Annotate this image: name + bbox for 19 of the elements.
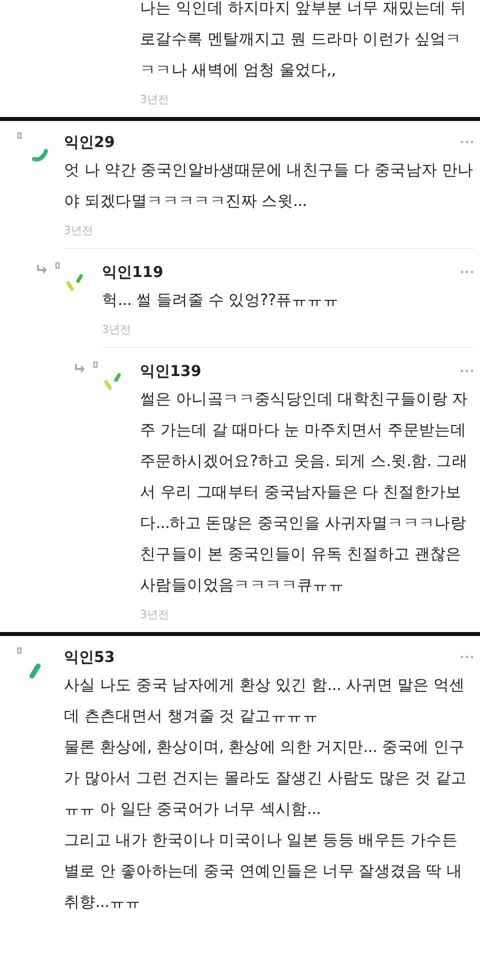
more-options-icon[interactable]: [460, 369, 474, 373]
more-options-icon[interactable]: [460, 140, 474, 144]
more-options-icon[interactable]: [460, 655, 474, 659]
comment-text: 엇 나 약간 중국인알바생때문에 내친구들 다 중국남자 만나야 되겠다멸ㅋㅋㅋㅋㅋ진짜 스윗...: [64, 160, 474, 212]
comment-author: 익인53: [64, 648, 115, 666]
comment-text: 썰은 아니곸ㅋㅋ중식당인데 대학친구들이랑 자주 가는데 갈 때마다 눈 마주치면서 주문받는데 주문하시겠어요?하고 웃음. 되게 스.윗.함. 그래서 우리 그때부터 중국남자들은 다 친절한가보다...하고 돈많은 중국인을 사귀자멸ㅋㅋㅋ나랑 친구들이 본 중국인들이 유독 친절하고 괜찮은 사람들이었음ㅋㅋㅋㅋ큐ㅠㅠ: [140, 389, 469, 596]
comment-time: 3년전: [140, 92, 170, 107]
comment-time: 3년전: [102, 322, 132, 337]
reply-arrow-icon: [74, 364, 86, 374]
comment-text: 헉... 썰 들려줄 수 있엉??퓨ㅠㅠㅠ: [102, 290, 340, 311]
comment-author: 익인29: [64, 132, 115, 152]
comment-time: 3년전: [140, 607, 170, 622]
reply-arrow-icon: [36, 265, 48, 275]
comment-time: 3년전: [64, 223, 94, 238]
comment-author: 익인139: [140, 362, 202, 380]
comment-author: 익인119: [102, 262, 164, 282]
comment-text: 나는 익인데 하지마지 앞부분 너무 재밌는데 뒤로갈수록 멘탈깨지고 뭔 드라마 이런가 싶엌ㅋㅋㅋ나 새벽에 엄청 울었다,,: [140, 0, 468, 81]
comment-text: 사실 나도 중국 남자에게 환상 있긴 함... 사귀면 말은 억센데 츤츤대면서 챙겨줄 것 같고ㅠㅠㅠ 물론 환상에, 환상이며, 환상에 의한 거지만... 중국에 인구가 많아서 그런 건지는 몰라도 잘생긴 사람도 많은 것 같고 ㅠㅠ 아 일단 중국어가 너무 섹시함... 그리고 내가 한국이나 미국이나 일본 등등 배우든 가수든 별로 안 좋아하는데 중국 연예인들은 너무 잘생겼음 딱 내 취향...ㅠㅠ: [64, 675, 468, 913]
more-options-icon[interactable]: [460, 270, 474, 274]
